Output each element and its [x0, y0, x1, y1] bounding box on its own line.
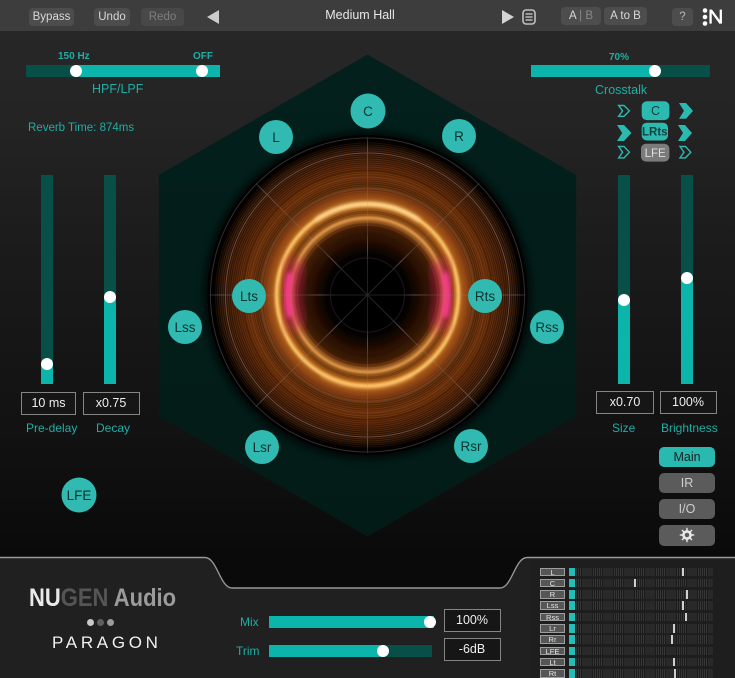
svg-text:LFE: LFE: [645, 148, 666, 160]
svg-text:Rss: Rss: [535, 320, 558, 335]
svg-text:C: C: [651, 104, 660, 118]
svg-text:R: R: [454, 129, 464, 144]
svg-text:Rts: Rts: [475, 289, 496, 304]
svg-text:Lss: Lss: [174, 320, 195, 335]
svg-text:Rsr: Rsr: [461, 439, 482, 454]
svg-text:Lsr: Lsr: [253, 440, 272, 455]
svg-text:C: C: [363, 104, 373, 119]
svg-text:LRts: LRts: [642, 127, 668, 139]
svg-text:L: L: [272, 130, 280, 145]
svg-text:Lts: Lts: [240, 289, 258, 304]
svg-text:LFE: LFE: [67, 488, 92, 503]
